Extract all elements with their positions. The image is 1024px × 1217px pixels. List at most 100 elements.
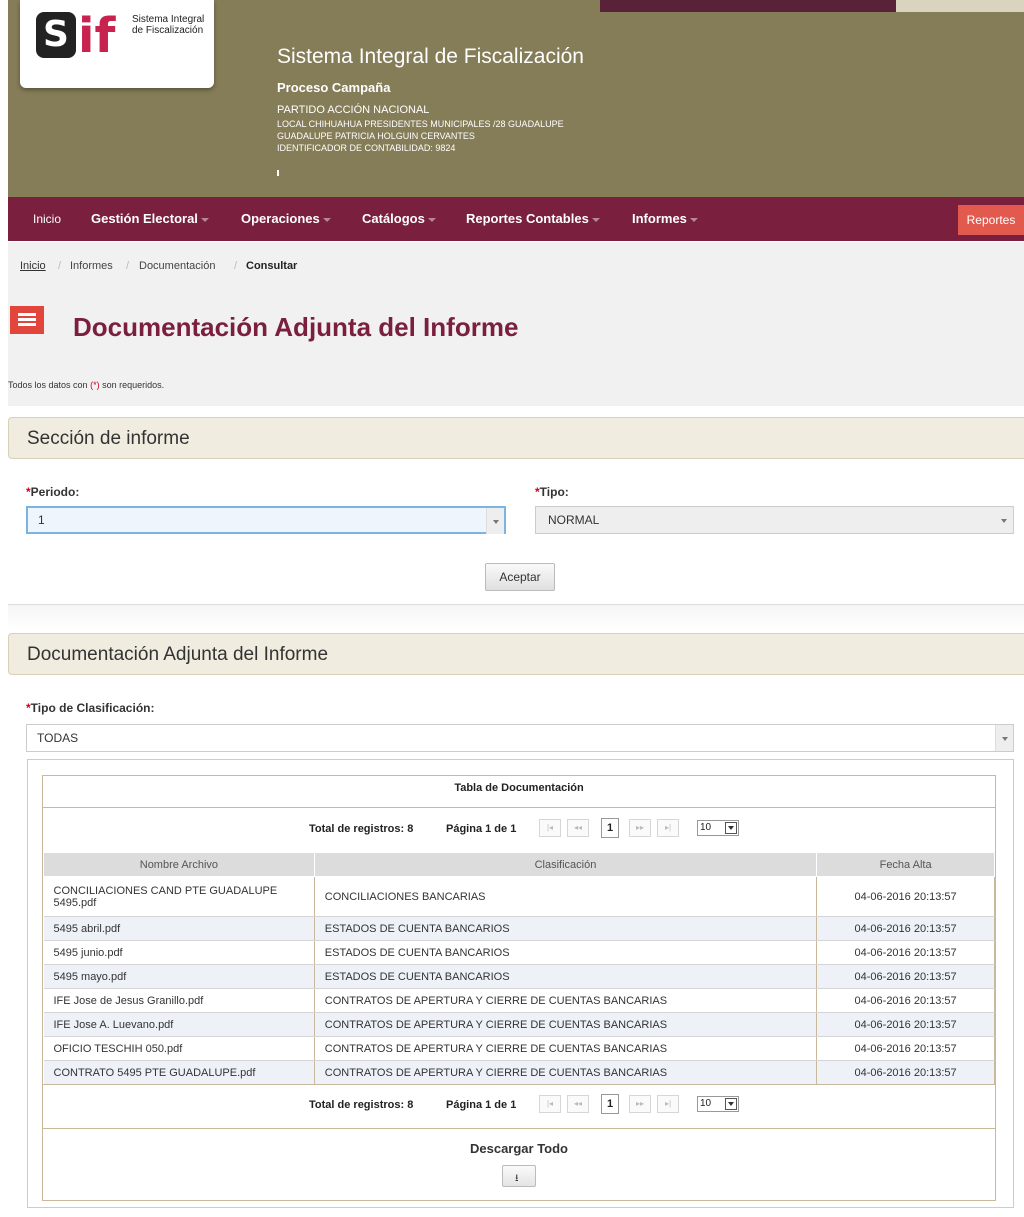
pager-top: Total de registros: 8 Página 1 de 1 |◂ ◂… — [43, 809, 995, 851]
tipo-select[interactable]: NORMAL — [535, 506, 1014, 534]
table-row[interactable]: OFICIO TESCHIH 050.pdf CONTRATOS DE APER… — [43, 1036, 995, 1061]
cell-nombre: 5495 mayo.pdf — [43, 964, 315, 989]
section-header-documentacion: Documentación Adjunta del Informe — [8, 633, 1024, 675]
required-fields-note: Todos los datos con (*) son requeridos. — [8, 380, 165, 390]
download-all-label: Descargar Todo — [469, 1141, 568, 1156]
section-divider — [8, 604, 1024, 632]
table-row[interactable]: CONCILIACIONES CAND PTE GUADALUPE 5495.p… — [43, 876, 995, 917]
next-page-icon[interactable]: ▸▸ — [629, 1095, 651, 1113]
current-page[interactable]: 1 — [601, 818, 619, 838]
column-header-nombre[interactable]: Nombre Archivo — [43, 852, 315, 877]
periodo-label: *Periodo: — [26, 485, 80, 499]
next-page-icon[interactable]: ▸▸ — [629, 819, 651, 837]
first-page-icon[interactable]: |◂ — [539, 1095, 561, 1113]
total-records: Total de registros: 8 — [309, 1099, 414, 1111]
cell-clasificacion: CONTRATOS DE APERTURA Y CIERRE DE CUENTA… — [314, 1036, 818, 1061]
cell-clasificacion: ESTADOS DE CUENTA BANCARIOS — [314, 916, 818, 941]
cell-nombre: CONCILIACIONES CAND PTE GUADALUPE 5495.p… — [43, 876, 315, 917]
column-header-fecha[interactable]: Fecha Alta — [816, 852, 995, 877]
current-page[interactable]: 1 — [601, 1094, 619, 1114]
section-title: Sección de informe — [27, 428, 190, 449]
menu-icon[interactable] — [10, 306, 44, 334]
app-header: S if Sistema Integral de Fiscalización S… — [8, 0, 1024, 197]
page-size-select[interactable]: 10 — [697, 1096, 739, 1112]
party-name: PARTIDO ACCIÓN NACIONAL — [277, 104, 430, 116]
caret-icon — [427, 217, 436, 222]
table-row[interactable]: 5495 mayo.pdf ESTADOS DE CUENTA BANCARIO… — [43, 964, 995, 989]
sif-logo[interactable]: S if Sistema Integral de Fiscalización — [20, 0, 214, 88]
nav-operaciones[interactable]: Operaciones — [241, 211, 331, 226]
reportes-button[interactable]: Reportes — [958, 205, 1024, 235]
section-header-informe: Sección de informe — [8, 417, 1024, 459]
page-size-select[interactable]: 10 — [697, 820, 739, 836]
page-indicator: Página 1 de 1 — [446, 1099, 517, 1111]
caret-icon — [322, 217, 331, 222]
download-area: Descargar Todo ⭳ — [43, 1128, 995, 1200]
cell-fecha: 04-06-2016 20:13:57 — [816, 1060, 995, 1085]
chevron-down-icon — [995, 725, 1013, 751]
last-page-icon[interactable]: ▸| — [657, 1095, 679, 1113]
breadcrumb-inicio[interactable]: Inicio — [20, 260, 46, 272]
chevron-down-icon — [725, 1098, 737, 1110]
logo-text: Sistema Integral de Fiscalización — [132, 14, 205, 36]
first-page-icon[interactable]: |◂ — [539, 819, 561, 837]
cell-fecha: 04-06-2016 20:13:57 — [816, 876, 995, 917]
caret-icon — [689, 217, 698, 222]
documents-table: Nombre Archivo Clasificación Fecha Alta … — [43, 852, 995, 1085]
cell-nombre: 5495 abril.pdf — [43, 916, 315, 941]
chevron-down-icon — [995, 507, 1013, 533]
cell-nombre: IFE Jose A. Luevano.pdf — [43, 1012, 315, 1037]
chevron-down-icon — [725, 822, 737, 834]
nav-informes[interactable]: Informes — [632, 211, 698, 226]
download-icon: ⭳ — [515, 1173, 519, 1184]
cell-nombre: CONTRATO 5495 PTE GUADALUPE.pdf — [43, 1060, 315, 1085]
table-row[interactable]: IFE Jose de Jesus Granillo.pdf CONTRATOS… — [43, 988, 995, 1013]
breadcrumb: Inicio / Informes / Documentación / Cons… — [8, 242, 1024, 286]
total-records: Total de registros: 8 — [309, 823, 414, 835]
clasificacion-select[interactable]: TODAS — [26, 724, 1014, 752]
logo-if-mark: if — [78, 8, 116, 64]
cell-fecha: 04-06-2016 20:13:57 — [816, 964, 995, 989]
cell-clasificacion: CONTRATOS DE APERTURA Y CIERRE DE CUENTA… — [314, 988, 818, 1013]
breadcrumb-separator: / — [234, 260, 238, 272]
table-row[interactable]: 5495 junio.pdf ESTADOS DE CUENTA BANCARI… — [43, 940, 995, 965]
process-name: Proceso Campaña — [277, 80, 391, 95]
caret-icon — [200, 217, 209, 222]
nav-reportes-contables[interactable]: Reportes Contables — [466, 211, 600, 226]
nav-catalogos[interactable]: Catálogos — [362, 211, 436, 226]
breadcrumb-documentacion[interactable]: Documentación — [139, 260, 215, 272]
cell-clasificacion: CONTRATOS DE APERTURA Y CIERRE DE CUENTA… — [314, 1012, 818, 1037]
nav-gestion-electoral[interactable]: Gestión Electoral — [91, 211, 209, 226]
table-row[interactable]: 5495 abril.pdf ESTADOS DE CUENTA BANCARI… — [43, 916, 995, 941]
cell-fecha: 04-06-2016 20:13:57 — [816, 988, 995, 1013]
clasificacion-label: *Tipo de Clasificación: — [26, 701, 155, 715]
cell-nombre: IFE Jose de Jesus Granillo.pdf — [43, 988, 315, 1013]
table-row[interactable]: IFE Jose A. Luevano.pdf CONTRATOS DE APE… — [43, 1012, 995, 1037]
prev-page-icon[interactable]: ◂◂ — [567, 819, 589, 837]
cell-fecha: 04-06-2016 20:13:57 — [816, 940, 995, 965]
header-marker — [277, 170, 279, 176]
cell-clasificacion: ESTADOS DE CUENTA BANCARIOS — [314, 940, 818, 965]
aceptar-button[interactable]: Aceptar — [485, 563, 555, 591]
breadcrumb-informes[interactable]: Informes — [70, 260, 113, 272]
system-title: Sistema Integral de Fiscalización — [277, 45, 584, 68]
nav-inicio[interactable]: Inicio — [33, 212, 61, 226]
cell-nombre: 5495 junio.pdf — [43, 940, 315, 965]
column-header-clasificacion[interactable]: Clasificación — [313, 852, 818, 877]
header-info-line-3: IDENTIFICADOR DE CONTABILIDAD: 9824 — [277, 143, 456, 153]
download-all-button[interactable]: ⭳ — [502, 1165, 536, 1187]
cell-clasificacion: CONCILIACIONES BANCARIAS — [314, 876, 818, 917]
table-caption: Tabla de Documentación — [43, 776, 995, 808]
main-navbar: Inicio Gestión Electoral Operaciones Cat… — [8, 197, 1024, 241]
prev-page-icon[interactable]: ◂◂ — [567, 1095, 589, 1113]
periodo-select[interactable]: 1 — [26, 506, 506, 534]
page-indicator: Página 1 de 1 — [446, 823, 517, 835]
cell-fecha: 04-06-2016 20:13:57 — [816, 916, 995, 941]
table-row[interactable]: CONTRATO 5495 PTE GUADALUPE.pdf CONTRATO… — [43, 1060, 995, 1085]
top-strip — [600, 0, 1024, 12]
last-page-icon[interactable]: ▸| — [657, 819, 679, 837]
breadcrumb-separator: / — [58, 260, 62, 272]
caret-icon — [591, 217, 600, 222]
section-title: Documentación Adjunta del Informe — [27, 644, 329, 665]
breadcrumb-consultar: Consultar — [246, 260, 298, 272]
